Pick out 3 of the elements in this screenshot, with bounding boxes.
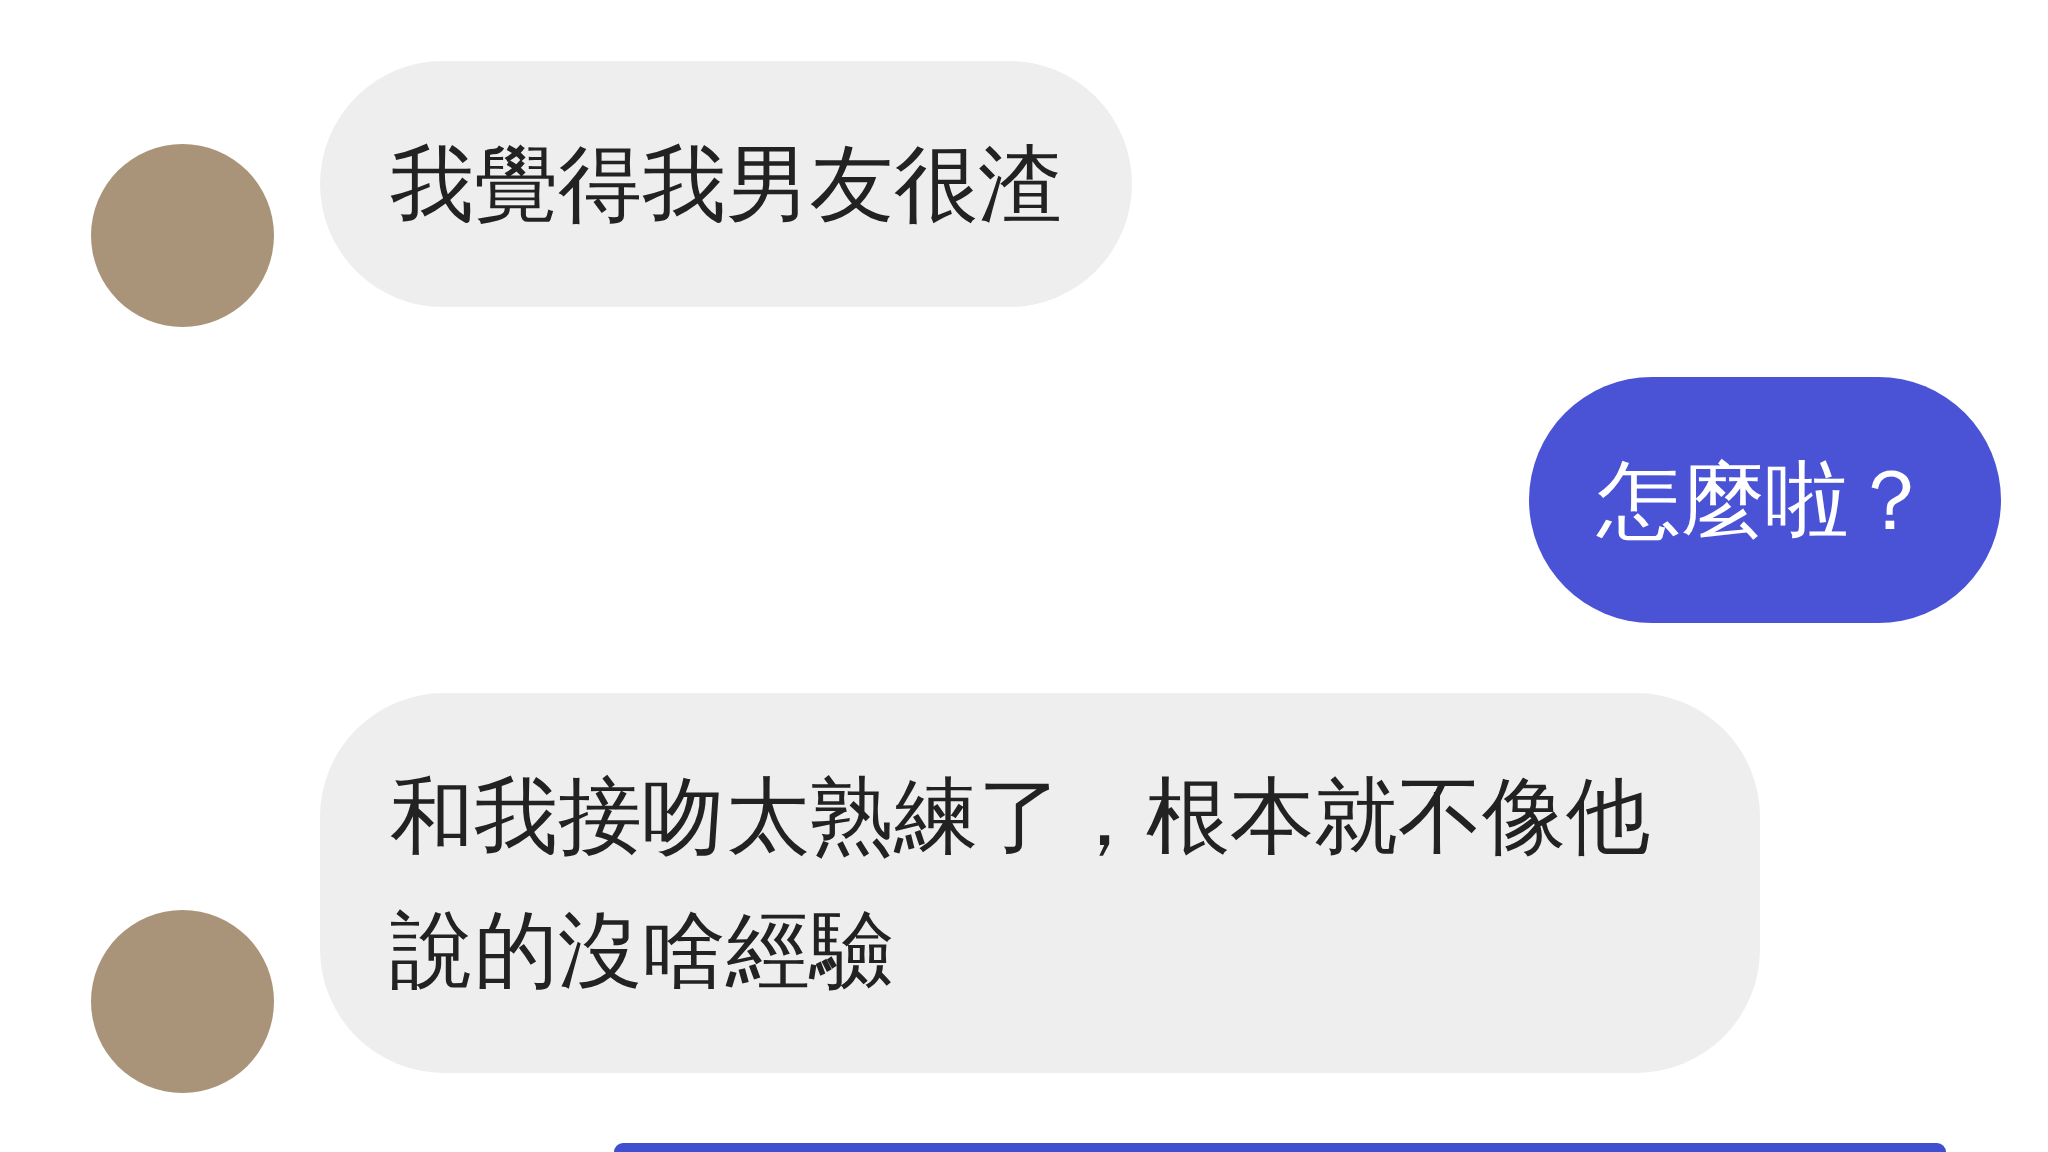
- message-bubble: 怎麼啦？: [1529, 377, 2001, 623]
- message-bubble: 和我接吻太熟練了，根本就不像他說的沒啥經驗: [320, 693, 1760, 1073]
- message-bubble: 我覺得我男友很渣: [320, 61, 1132, 307]
